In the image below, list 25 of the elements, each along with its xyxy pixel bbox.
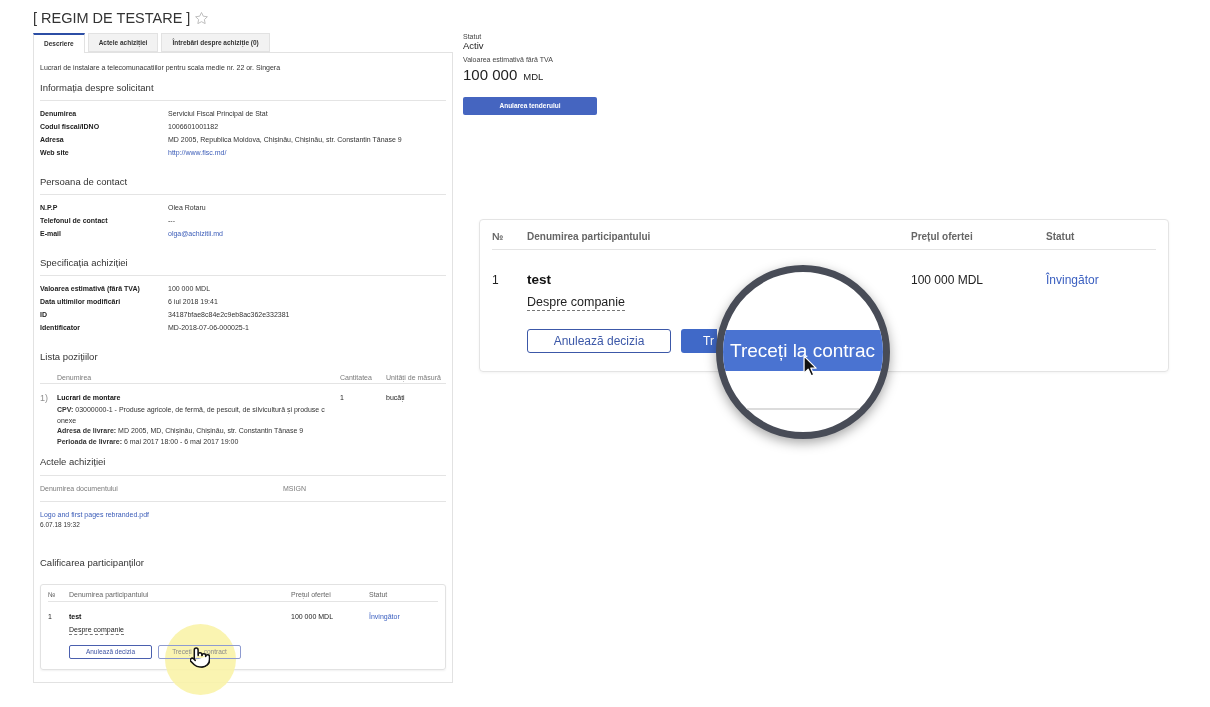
- row-number: 1: [492, 272, 499, 288]
- magnified-button[interactable]: Treceți la contrac: [723, 330, 883, 371]
- action-button[interactable]: Anulează decizia: [527, 329, 671, 353]
- participant-name: test: [527, 272, 551, 288]
- column-header: №: [492, 231, 504, 243]
- currency: MDL: [523, 72, 544, 82]
- column-header: Denumirea participantului: [527, 231, 651, 243]
- estimated-amount: 100 000: [463, 67, 518, 83]
- section-title: Persoana de contact: [40, 176, 128, 188]
- column-header: Statut: [1046, 231, 1075, 243]
- section-title: Specificația achiziției: [40, 257, 128, 269]
- page-title: [ REGIM DE TESTARE ]: [33, 9, 191, 28]
- arrow-cursor-icon: [803, 355, 817, 377]
- item-number: 1): [40, 392, 48, 404]
- offer-price: 100 000 MDL: [911, 272, 984, 288]
- company-link[interactable]: Despre companie: [527, 294, 625, 311]
- section-title: Calificarea participanților: [40, 557, 145, 569]
- section-title: Informația despre solicitant: [40, 82, 154, 94]
- action-button[interactable]: Tr: [681, 329, 717, 353]
- section-title: Actele achiziției: [40, 456, 106, 468]
- section-title: Lista pozițiilor: [40, 351, 98, 363]
- column-header: Prețul ofertei: [911, 231, 973, 243]
- status-link[interactable]: Învingător: [1046, 272, 1099, 288]
- star-icon[interactable]: [195, 12, 209, 24]
- status-value: Activ: [463, 41, 484, 51]
